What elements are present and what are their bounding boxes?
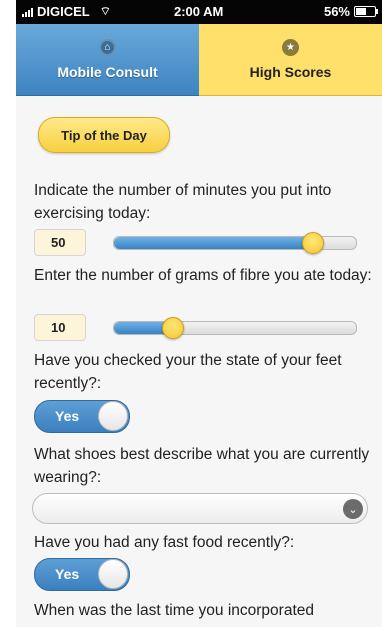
fibre-question: Enter the number of grams of fibre you a…: [34, 267, 372, 284]
exercise-question: Indicate the number of minutes you put i…: [34, 182, 332, 222]
phone-screen: DIGICEL ⌔ 2:00 AM 56% ⌂ Mobile Consult ★…: [16, 0, 382, 627]
star-icon: ★: [282, 39, 299, 56]
fast-food-question: Have you had any fast food recently?:: [34, 534, 295, 551]
exercise-slider[interactable]: [113, 232, 357, 254]
fast-food-toggle[interactable]: Yes: [34, 558, 130, 591]
carrier-name: DIGICEL: [37, 4, 90, 19]
fibre-grams-input[interactable]: 10: [34, 314, 86, 341]
tab-mobile-consult[interactable]: ⌂ Mobile Consult: [16, 24, 199, 96]
battery-status: 56%: [323, 4, 378, 19]
chevron-down-icon: ⌄: [343, 499, 363, 519]
slider-fill: [114, 237, 313, 249]
toggle-knob: [98, 401, 128, 431]
status-bar: DIGICEL ⌔ 2:00 AM 56%: [16, 0, 382, 24]
signal-icon: [22, 7, 33, 17]
carrier-info: DIGICEL ⌔: [22, 4, 111, 19]
battery-icon: [354, 6, 378, 17]
wifi-icon: ⌔: [99, 4, 112, 18]
toggle-label: Yes: [55, 566, 80, 582]
tip-of-the-day-button[interactable]: Tip of the Day: [38, 117, 170, 153]
battery-percent: 56%: [323, 4, 350, 19]
toggle-knob: [98, 559, 128, 589]
tab-label: High Scores: [249, 64, 332, 80]
slider-handle[interactable]: [302, 232, 325, 254]
slider-handle[interactable]: [162, 317, 185, 339]
shoes-question: What shoes best describe what you are cu…: [34, 446, 370, 486]
shoes-select[interactable]: ⌄: [32, 493, 368, 524]
feet-checked-toggle[interactable]: Yes: [34, 400, 130, 433]
tab-bar: ⌂ Mobile Consult ★ High Scores: [16, 24, 382, 96]
clock: 2:00 AM: [174, 4, 224, 19]
feet-question: Have you checked your the state of your …: [34, 352, 342, 392]
last-time-question: When was the last time you incorporated: [34, 602, 314, 619]
home-icon: ⌂: [99, 39, 116, 56]
fibre-slider[interactable]: [113, 317, 357, 339]
exercise-minutes-input[interactable]: 50: [34, 229, 86, 256]
tab-label: Mobile Consult: [57, 64, 158, 80]
tab-high-scores[interactable]: ★ High Scores: [199, 24, 382, 96]
toggle-label: Yes: [55, 408, 80, 424]
